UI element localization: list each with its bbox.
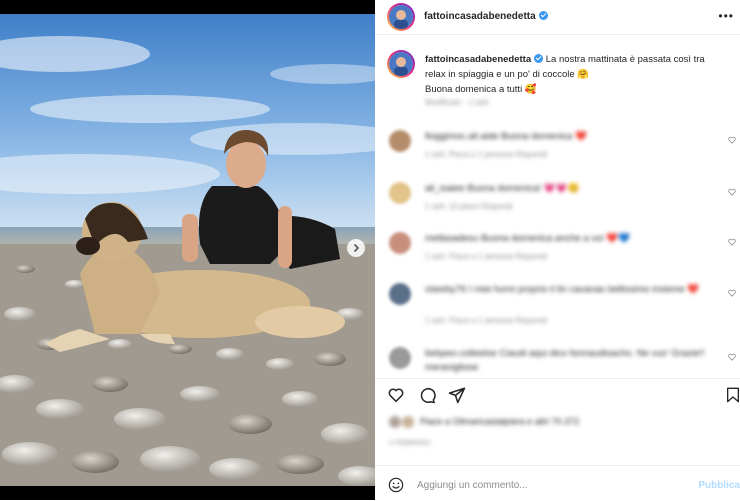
post-actions-bar (375, 378, 740, 409)
verified-badge-icon (538, 11, 548, 20)
like-heart-icon[interactable] (387, 386, 405, 404)
comment-input[interactable] (417, 476, 687, 494)
publish-button[interactable]: Pubblica (698, 480, 740, 491)
caption-username[interactable]: fattoincasadabenedetta (425, 54, 531, 65)
post-media-panel (0, 0, 375, 500)
avatar-portrait-icon (389, 52, 413, 76)
post-photo (0, 14, 375, 486)
more-options-icon[interactable]: ••• (718, 9, 734, 23)
add-comment-bar: Pubblica (375, 465, 740, 501)
avatar-portrait-icon (389, 5, 413, 29)
comment-meta[interactable]: 1 sett. Piace a 1 persona Rispondi (425, 150, 547, 159)
like-comment-heart-icon[interactable] (728, 289, 736, 297)
caption-meta: Modificato · 1 sett. (425, 98, 491, 107)
comment-text: mellasadesu Buona domenica anche a voi ❤… (425, 233, 630, 244)
caption-author-avatar[interactable] (387, 50, 415, 78)
post-details-panel: fattoincasadabenedetta ••• fattoincasada… (375, 0, 740, 500)
share-send-icon[interactable] (448, 386, 466, 404)
comment-avatar[interactable] (389, 347, 411, 369)
like-comment-heart-icon[interactable] (728, 136, 736, 144)
comment-avatar[interactable] (389, 283, 411, 305)
likes-text: Piace a Oilmaricastalpiera e altri 70.37… (420, 416, 580, 427)
comment-avatar[interactable] (389, 130, 411, 152)
likes-summary[interactable]: Piace a Oilmaricastalpiera e altri 70.37… (389, 416, 729, 434)
like-comment-heart-icon[interactable] (728, 188, 736, 196)
comment-text: bebpeo.colleetse Ciaudi aqui dico fonnau… (425, 348, 705, 373)
caption-text-3: Buona domenica a tutti 🥰 (425, 84, 537, 95)
like-comment-heart-icon[interactable] (728, 353, 736, 361)
comment-meta[interactable]: 1 sett. 10 piace Rispondi (425, 202, 513, 211)
post-caption: fattoincasadabenedetta La nostra mattina… (425, 52, 735, 97)
caption-text-1: La nostra mattinata è passata così tra (545, 54, 705, 65)
comment-text: ali_isaiee Buona domenica! 💗💗😊 (425, 183, 580, 194)
author-username[interactable]: fattoincasadabenedetta (424, 11, 548, 22)
beach-dog-photo (0, 14, 375, 486)
emoji-picker-icon[interactable] (388, 477, 404, 493)
comment-avatar[interactable] (389, 232, 411, 254)
comment-avatar[interactable] (389, 182, 411, 204)
comment-text: cbeeby76 I miei furmi proprio il tin cav… (425, 284, 700, 295)
author-avatar[interactable] (387, 3, 415, 31)
comment-bubble-icon[interactable] (418, 386, 436, 404)
comment-meta[interactable]: 1 sett. Piace a 1 persona Rispondi (425, 316, 547, 325)
comment-meta[interactable]: 1 sett. Piace a 1 persona Rispondi (425, 252, 547, 261)
post-header: fattoincasadabenedetta ••• (375, 0, 740, 35)
post-date: 4 FEBBRAIO (389, 440, 431, 447)
chevron-right-icon (353, 243, 360, 253)
liker-avatar (389, 416, 401, 428)
bookmark-icon[interactable] (725, 386, 740, 404)
caption-text-2: relax in spiaggia e un po' di coccole 🤗 (425, 69, 590, 80)
comment-text: fioggimoc.ali.aide Buona domenica ❤️ (425, 131, 587, 142)
next-photo-button[interactable] (347, 239, 365, 257)
verified-badge-icon (534, 54, 544, 63)
liker-avatar (401, 416, 414, 428)
like-comment-heart-icon[interactable] (728, 238, 736, 246)
author-username-text[interactable]: fattoincasadabenedetta (424, 11, 536, 22)
